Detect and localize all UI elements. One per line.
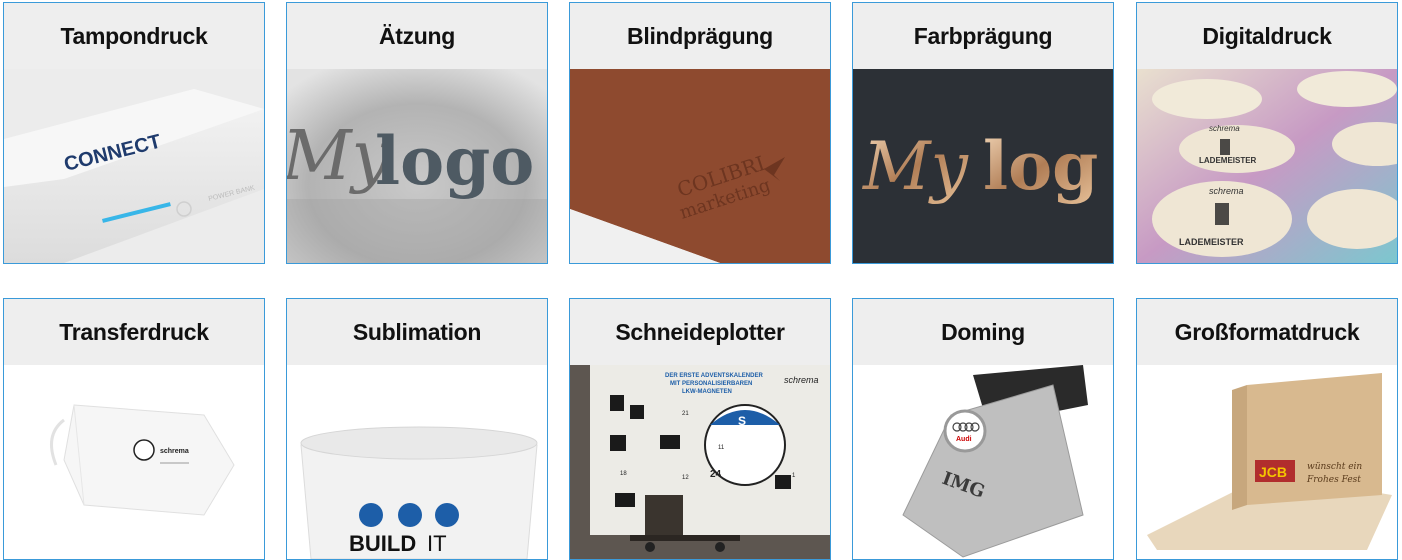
face-mask-image: schrema [4, 365, 264, 559]
card-image-text: 21 [682, 411, 689, 417]
card-image-text: schrema [160, 448, 189, 455]
powerbank-image: CONNECT POWER BANK [4, 69, 264, 263]
card-image-text: LKW-MAGNETEN [682, 389, 732, 395]
technique-card-transferdruck[interactable]: Transferdruck schrema [3, 298, 265, 560]
card-title: Sublimation [287, 299, 547, 365]
coasters-image: schrema LADEMEISTER schrema LADEMEISTER [1137, 69, 1397, 263]
technique-card-aetzung[interactable]: Ätzung My logo [286, 2, 548, 264]
card-image-text: JCB [1259, 464, 1287, 480]
card-title: Schneideplotter [570, 299, 830, 365]
technique-card-tampondruck[interactable]: Tampondruck CONNECT POWER BANK [3, 2, 265, 264]
card-image-text: 11 [718, 445, 725, 451]
card-image-text: schrema [1209, 124, 1240, 133]
card-title: Digitaldruck [1137, 3, 1397, 69]
card-image-text: LADEMEISTER [1199, 156, 1257, 165]
foil-embossing-image: My log [853, 69, 1113, 263]
card-title: Blindprägung [570, 3, 830, 69]
etched-logo-image: My logo [287, 69, 547, 263]
technique-card-blindpraegung[interactable]: Blindprägung COLIBRI marketing [569, 2, 831, 264]
card-image-text: My [862, 128, 969, 205]
card-image-text: 18 [620, 471, 627, 477]
advent-calendar-image: DER ERSTE ADVENTSKALENDER MIT PERSONALIS… [570, 365, 830, 559]
card-image-text: DER ERSTE ADVENTSKALENDER [665, 373, 763, 379]
usb-stick-image: Audi IMG [853, 365, 1113, 559]
card-title: Tampondruck [4, 3, 264, 69]
card-image-text: Frohes Fest [1306, 475, 1361, 485]
card-image-text: Audi [956, 436, 972, 443]
card-image-text: MIT PERSONALISIERBAREN [670, 381, 752, 387]
card-image-text: schrema [1209, 186, 1244, 196]
leather-embossing-image: COLIBRI marketing [570, 69, 830, 263]
card-image-text: log [983, 127, 1098, 205]
box-image: JCB wünscht ein Frohes Fest [1137, 365, 1397, 559]
card-title: Großformatdruck [1137, 299, 1397, 365]
card-image-text: LADEMEISTER [1179, 237, 1244, 247]
mug-image: BUILD IT [287, 365, 547, 559]
technique-card-grossformatdruck[interactable]: Großformatdruck JCB wünscht ein Frohes F… [1136, 298, 1398, 560]
technique-card-sublimation[interactable]: Sublimation BUILD IT [286, 298, 548, 560]
card-image-text: 12 [682, 475, 689, 481]
card-title: Farbprägung [853, 3, 1113, 69]
technique-card-schneideplotter[interactable]: Schneideplotter DER ERSTE ADVENTSKALENDE… [569, 298, 831, 560]
card-title: Doming [853, 299, 1113, 365]
card-image-text: schrema [784, 375, 819, 385]
card-image-text: S [738, 414, 746, 428]
card-title: Transferdruck [4, 299, 264, 365]
card-image-text: wünscht ein [1307, 462, 1362, 472]
technique-card-digitaldruck[interactable]: Digitaldruck schrema LADEMEISTER schrema… [1136, 2, 1398, 264]
card-image-text: logo [375, 122, 534, 200]
card-image-text: BUILD [349, 531, 416, 556]
card-image-text: IT [427, 531, 447, 556]
card-title: Ätzung [287, 3, 547, 69]
technique-card-farbpraegung[interactable]: Farbprägung My log [852, 2, 1114, 264]
technique-card-doming[interactable]: Doming Audi IMG [852, 298, 1114, 560]
card-image-text: 24 [710, 469, 722, 480]
